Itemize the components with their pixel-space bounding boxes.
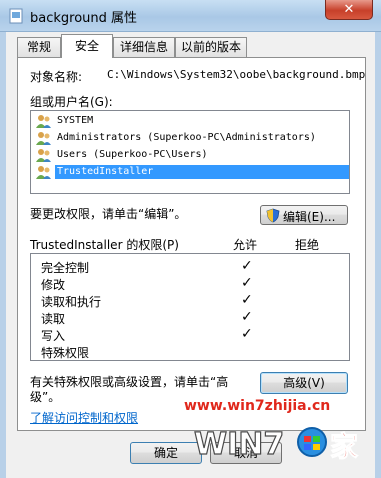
tab-previous-versions[interactable]: 以前的版本: [175, 37, 247, 57]
users-icon: [36, 132, 51, 145]
tab-general[interactable]: 常规: [17, 37, 61, 57]
permission-row: 写入 ✓: [41, 326, 341, 343]
svg-text:WIN7: WIN7: [194, 427, 284, 462]
groups-listbox[interactable]: SYSTEM Administrators (Superkoo-PC\Admin…: [30, 110, 350, 194]
list-item-label: Users (Superkoo-PC\Users): [57, 149, 208, 160]
list-item-administrators[interactable]: Administrators (Superkoo-PC\Administrato…: [33, 130, 347, 146]
access-control-help-link[interactable]: 了解访问控制和权限: [30, 409, 138, 426]
window-frame-left: [0, 32, 6, 478]
groups-label: 组或用户名(G):: [30, 95, 113, 109]
permissions-table[interactable]: 完全控制 ✓ 修改 ✓ 读取和执行 ✓ 读取 ✓ 写入 ✓ 特殊权限: [30, 253, 350, 361]
close-button[interactable]: ✕: [325, 0, 373, 20]
list-item-trustedinstaller[interactable]: TrustedInstaller: [33, 164, 349, 180]
allow-check-icon: ✓: [241, 292, 253, 308]
permission-row: 修改 ✓: [41, 275, 341, 292]
list-item-users[interactable]: Users (Superkoo-PC\Users): [33, 147, 347, 163]
permission-name: 完全控制: [41, 261, 90, 275]
window-title: background 属性: [30, 11, 138, 26]
permission-row: 读取 ✓: [41, 309, 341, 326]
object-name-label: 对象名称:: [30, 70, 83, 84]
permission-row: 完全控制 ✓: [41, 258, 341, 275]
deny-header: 拒绝: [295, 238, 320, 252]
permission-name: 特殊权限: [41, 346, 90, 360]
advanced-hint-line2: 级”。: [30, 390, 61, 404]
tab-security[interactable]: 安全: [61, 34, 113, 58]
advanced-button[interactable]: 高级(V): [260, 372, 348, 394]
allow-check-icon: ✓: [241, 275, 253, 291]
tab-details[interactable]: 详细信息: [113, 37, 175, 57]
shield-icon: [266, 208, 280, 223]
permission-row: 特殊权限: [41, 343, 341, 360]
permission-name: 修改: [41, 278, 66, 292]
object-name-value: C:\Windows\System32\oobe\background.bmp: [107, 68, 366, 81]
permission-name: 读取: [41, 312, 66, 326]
permissions-title: TrustedInstaller 的权限(P): [30, 238, 179, 252]
edit-button-label: 编辑(E)...: [283, 210, 336, 224]
users-icon: [36, 149, 51, 162]
list-item-system[interactable]: SYSTEM: [33, 113, 347, 129]
users-icon: [36, 166, 51, 179]
permission-row: 读取和执行 ✓: [41, 292, 341, 309]
win7-logo: WIN7 家: [193, 426, 358, 463]
allow-check-icon: ✓: [241, 326, 253, 342]
file-icon: [9, 8, 23, 24]
permission-name: 写入: [41, 329, 66, 343]
edit-hint: 要更改权限，请单击“编辑”。: [30, 207, 187, 221]
allow-check-icon: ✓: [241, 309, 253, 325]
svg-text:家: 家: [330, 430, 358, 463]
users-icon: [36, 115, 51, 128]
permission-name: 读取和执行: [41, 295, 102, 309]
allow-header: 允许: [233, 238, 258, 252]
edit-button[interactable]: 编辑(E)...: [260, 205, 348, 225]
list-item-label: Administrators (Superkoo-PC\Administrato…: [57, 132, 316, 143]
allow-check-icon: ✓: [241, 258, 253, 274]
list-item-label: TrustedInstaller: [55, 165, 349, 179]
list-item-label: SYSTEM: [57, 115, 94, 126]
